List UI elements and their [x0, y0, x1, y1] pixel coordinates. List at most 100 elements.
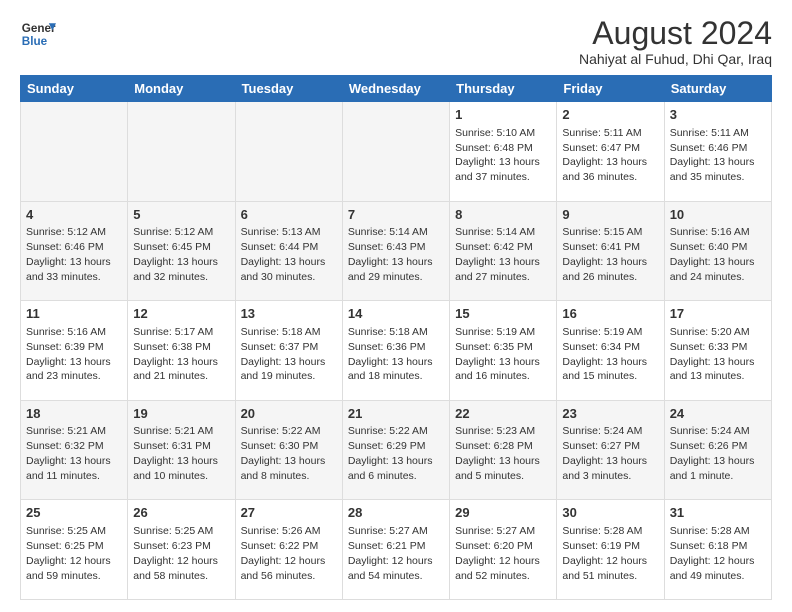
day-number: 4: [26, 206, 122, 224]
calendar-header-thursday: Thursday: [450, 76, 557, 102]
day-info: Sunrise: 5:27 AMSunset: 6:21 PMDaylight:…: [348, 525, 433, 582]
calendar-cell-7: 7Sunrise: 5:14 AMSunset: 6:43 PMDaylight…: [342, 201, 449, 301]
day-number: 9: [562, 206, 658, 224]
day-number: 2: [562, 106, 658, 124]
day-info: Sunrise: 5:23 AMSunset: 6:28 PMDaylight:…: [455, 425, 540, 482]
main-title: August 2024: [579, 16, 772, 51]
day-number: 25: [26, 504, 122, 522]
calendar-cell-27: 27Sunrise: 5:26 AMSunset: 6:22 PMDayligh…: [235, 500, 342, 600]
day-number: 27: [241, 504, 337, 522]
calendar-cell-21: 21 Sunrise: 5:22 AMSunset: 6:29 PMDayligh…: [342, 400, 449, 500]
day-info: Sunrise: 5:17 AMSunset: 6:38 PMDaylight:…: [133, 326, 218, 383]
calendar-cell-23: 23 Sunrise: 5:24 AMSunset: 6:27 PMDayligh…: [557, 400, 664, 500]
calendar-cell-13: 13 Sunrise: 5:18 AMSunset: 6:37 PMDayligh…: [235, 301, 342, 401]
calendar-cell-20: 20 Sunrise: 5:22 AMSunset: 6:30 PMDayligh…: [235, 400, 342, 500]
calendar-cell-empty: [342, 102, 449, 202]
svg-text:Blue: Blue: [22, 35, 48, 48]
day-number: 24: [670, 405, 766, 423]
day-info: Sunrise: 5:24 AMSunset: 6:27 PMDaylight:…: [562, 425, 647, 482]
day-info: Sunrise: 5:14 AMSunset: 6:42 PMDaylight:…: [455, 226, 540, 283]
day-info: Sunrise: 5:16 AMSunset: 6:40 PMDaylight:…: [670, 226, 755, 283]
day-info: Sunrise: 5:19 AMSunset: 6:34 PMDaylight:…: [562, 326, 647, 383]
calendar-cell-17: 17 Sunrise: 5:20 AMSunset: 6:33 PMDayligh…: [664, 301, 771, 401]
calendar-table: SundayMondayTuesdayWednesdayThursdayFrid…: [20, 75, 772, 600]
calendar-cell-empty: [128, 102, 235, 202]
day-info: Sunrise: 5:11 AMSunset: 6:46 PMDaylight:…: [670, 127, 755, 184]
day-info: Sunrise: 5:27 AMSunset: 6:20 PMDaylight:…: [455, 525, 540, 582]
day-info: Sunrise: 5:21 AMSunset: 6:31 PMDaylight:…: [133, 425, 218, 482]
calendar-header-friday: Friday: [557, 76, 664, 102]
day-info: Sunrise: 5:28 AMSunset: 6:19 PMDaylight:…: [562, 525, 647, 582]
day-number: 12: [133, 305, 229, 323]
day-number: 7: [348, 206, 444, 224]
logo-icon: General Blue: [20, 16, 56, 52]
day-number: 3: [670, 106, 766, 124]
day-number: 18: [26, 405, 122, 423]
calendar-cell-24: 24 Sunrise: 5:24 AMSunset: 6:26 PMDayligh…: [664, 400, 771, 500]
day-number: 23: [562, 405, 658, 423]
day-number: 15: [455, 305, 551, 323]
calendar-header-monday: Monday: [128, 76, 235, 102]
day-number: 5: [133, 206, 229, 224]
day-number: 19: [133, 405, 229, 423]
day-info: Sunrise: 5:19 AMSunset: 6:35 PMDaylight:…: [455, 326, 540, 383]
calendar-cell-16: 16 Sunrise: 5:19 AMSunset: 6:34 PMDayligh…: [557, 301, 664, 401]
calendar-cell-8: 8 Sunrise: 5:14 AMSunset: 6:42 PMDaylight…: [450, 201, 557, 301]
day-number: 22: [455, 405, 551, 423]
calendar-cell-11: 11 Sunrise: 5:16 AMSunset: 6:39 PMDayligh…: [21, 301, 128, 401]
calendar-cell-4: 4 Sunrise: 5:12 AMSunset: 6:46 PMDaylight…: [21, 201, 128, 301]
subtitle: Nahiyat al Fuhud, Dhi Qar, Iraq: [579, 51, 772, 67]
day-number: 17: [670, 305, 766, 323]
logo: General Blue: [20, 16, 60, 52]
calendar-cell-19: 19 Sunrise: 5:21 AMSunset: 6:31 PMDayligh…: [128, 400, 235, 500]
calendar-cell-26: 26 Sunrise: 5:25 AMSunset: 6:23 PMDayligh…: [128, 500, 235, 600]
day-number: 26: [133, 504, 229, 522]
header: General Blue August 2024 Nahiyat al Fuhu…: [20, 16, 772, 67]
calendar-cell-25: 25Sunrise: 5:25 AMSunset: 6:25 PMDayligh…: [21, 500, 128, 600]
day-number: 28: [348, 504, 444, 522]
calendar-cell-29: 29 Sunrise: 5:27 AMSunset: 6:20 PMDayligh…: [450, 500, 557, 600]
day-info: Sunrise: 5:16 AMSunset: 6:39 PMDaylight:…: [26, 326, 111, 383]
calendar-cell-31: 31 Sunrise: 5:28 AMSunset: 6:18 PMDayligh…: [664, 500, 771, 600]
calendar-cell-22: 22 Sunrise: 5:23 AMSunset: 6:28 PMDayligh…: [450, 400, 557, 500]
calendar-cell-30: 30Sunrise: 5:28 AMSunset: 6:19 PMDayligh…: [557, 500, 664, 600]
calendar-header-sunday: Sunday: [21, 76, 128, 102]
day-number: 10: [670, 206, 766, 224]
calendar-cell-12: 12 Sunrise: 5:17 AMSunset: 6:38 PMDayligh…: [128, 301, 235, 401]
day-info: Sunrise: 5:22 AMSunset: 6:30 PMDaylight:…: [241, 425, 326, 482]
day-number: 16: [562, 305, 658, 323]
day-number: 1: [455, 106, 551, 124]
calendar-cell-10: 10 Sunrise: 5:16 AMSunset: 6:40 PMDayligh…: [664, 201, 771, 301]
day-number: 8: [455, 206, 551, 224]
day-info: Sunrise: 5:28 AMSunset: 6:18 PMDaylight:…: [670, 525, 755, 582]
day-info: Sunrise: 5:13 AMSunset: 6:44 PMDaylight:…: [241, 226, 326, 283]
day-info: Sunrise: 5:11 AMSunset: 6:47 PMDaylight:…: [562, 127, 647, 184]
day-info: Sunrise: 5:12 AMSunset: 6:46 PMDaylight:…: [26, 226, 111, 283]
day-info: Sunrise: 5:18 AMSunset: 6:37 PMDaylight:…: [241, 326, 326, 383]
day-info: Sunrise: 5:25 AMSunset: 6:23 PMDaylight:…: [133, 525, 218, 582]
day-info: Sunrise: 5:10 AMSunset: 6:48 PMDaylight:…: [455, 127, 540, 184]
day-info: Sunrise: 5:15 AMSunset: 6:41 PMDaylight:…: [562, 226, 647, 283]
calendar-cell-14: 14Sunrise: 5:18 AMSunset: 6:36 PMDayligh…: [342, 301, 449, 401]
title-block: August 2024 Nahiyat al Fuhud, Dhi Qar, I…: [579, 16, 772, 67]
day-number: 29: [455, 504, 551, 522]
day-number: 11: [26, 305, 122, 323]
calendar-header-saturday: Saturday: [664, 76, 771, 102]
page: General Blue August 2024 Nahiyat al Fuhu…: [0, 0, 792, 612]
calendar-header-wednesday: Wednesday: [342, 76, 449, 102]
calendar-cell-18: 18Sunrise: 5:21 AMSunset: 6:32 PMDayligh…: [21, 400, 128, 500]
calendar-cell-6: 6Sunrise: 5:13 AMSunset: 6:44 PMDaylight…: [235, 201, 342, 301]
calendar-cell-15: 15 Sunrise: 5:19 AMSunset: 6:35 PMDayligh…: [450, 301, 557, 401]
day-number: 13: [241, 305, 337, 323]
calendar-cell-28: 28 Sunrise: 5:27 AMSunset: 6:21 PMDayligh…: [342, 500, 449, 600]
calendar-header-tuesday: Tuesday: [235, 76, 342, 102]
day-number: 21: [348, 405, 444, 423]
day-number: 31: [670, 504, 766, 522]
calendar-cell-2: 2 Sunrise: 5:11 AMSunset: 6:47 PMDaylight…: [557, 102, 664, 202]
calendar-cell-empty: [21, 102, 128, 202]
day-info: Sunrise: 5:12 AMSunset: 6:45 PMDaylight:…: [133, 226, 218, 283]
day-number: 20: [241, 405, 337, 423]
day-info: Sunrise: 5:24 AMSunset: 6:26 PMDaylight:…: [670, 425, 755, 482]
day-info: Sunrise: 5:22 AMSunset: 6:29 PMDaylight:…: [348, 425, 433, 482]
day-info: Sunrise: 5:20 AMSunset: 6:33 PMDaylight:…: [670, 326, 755, 383]
